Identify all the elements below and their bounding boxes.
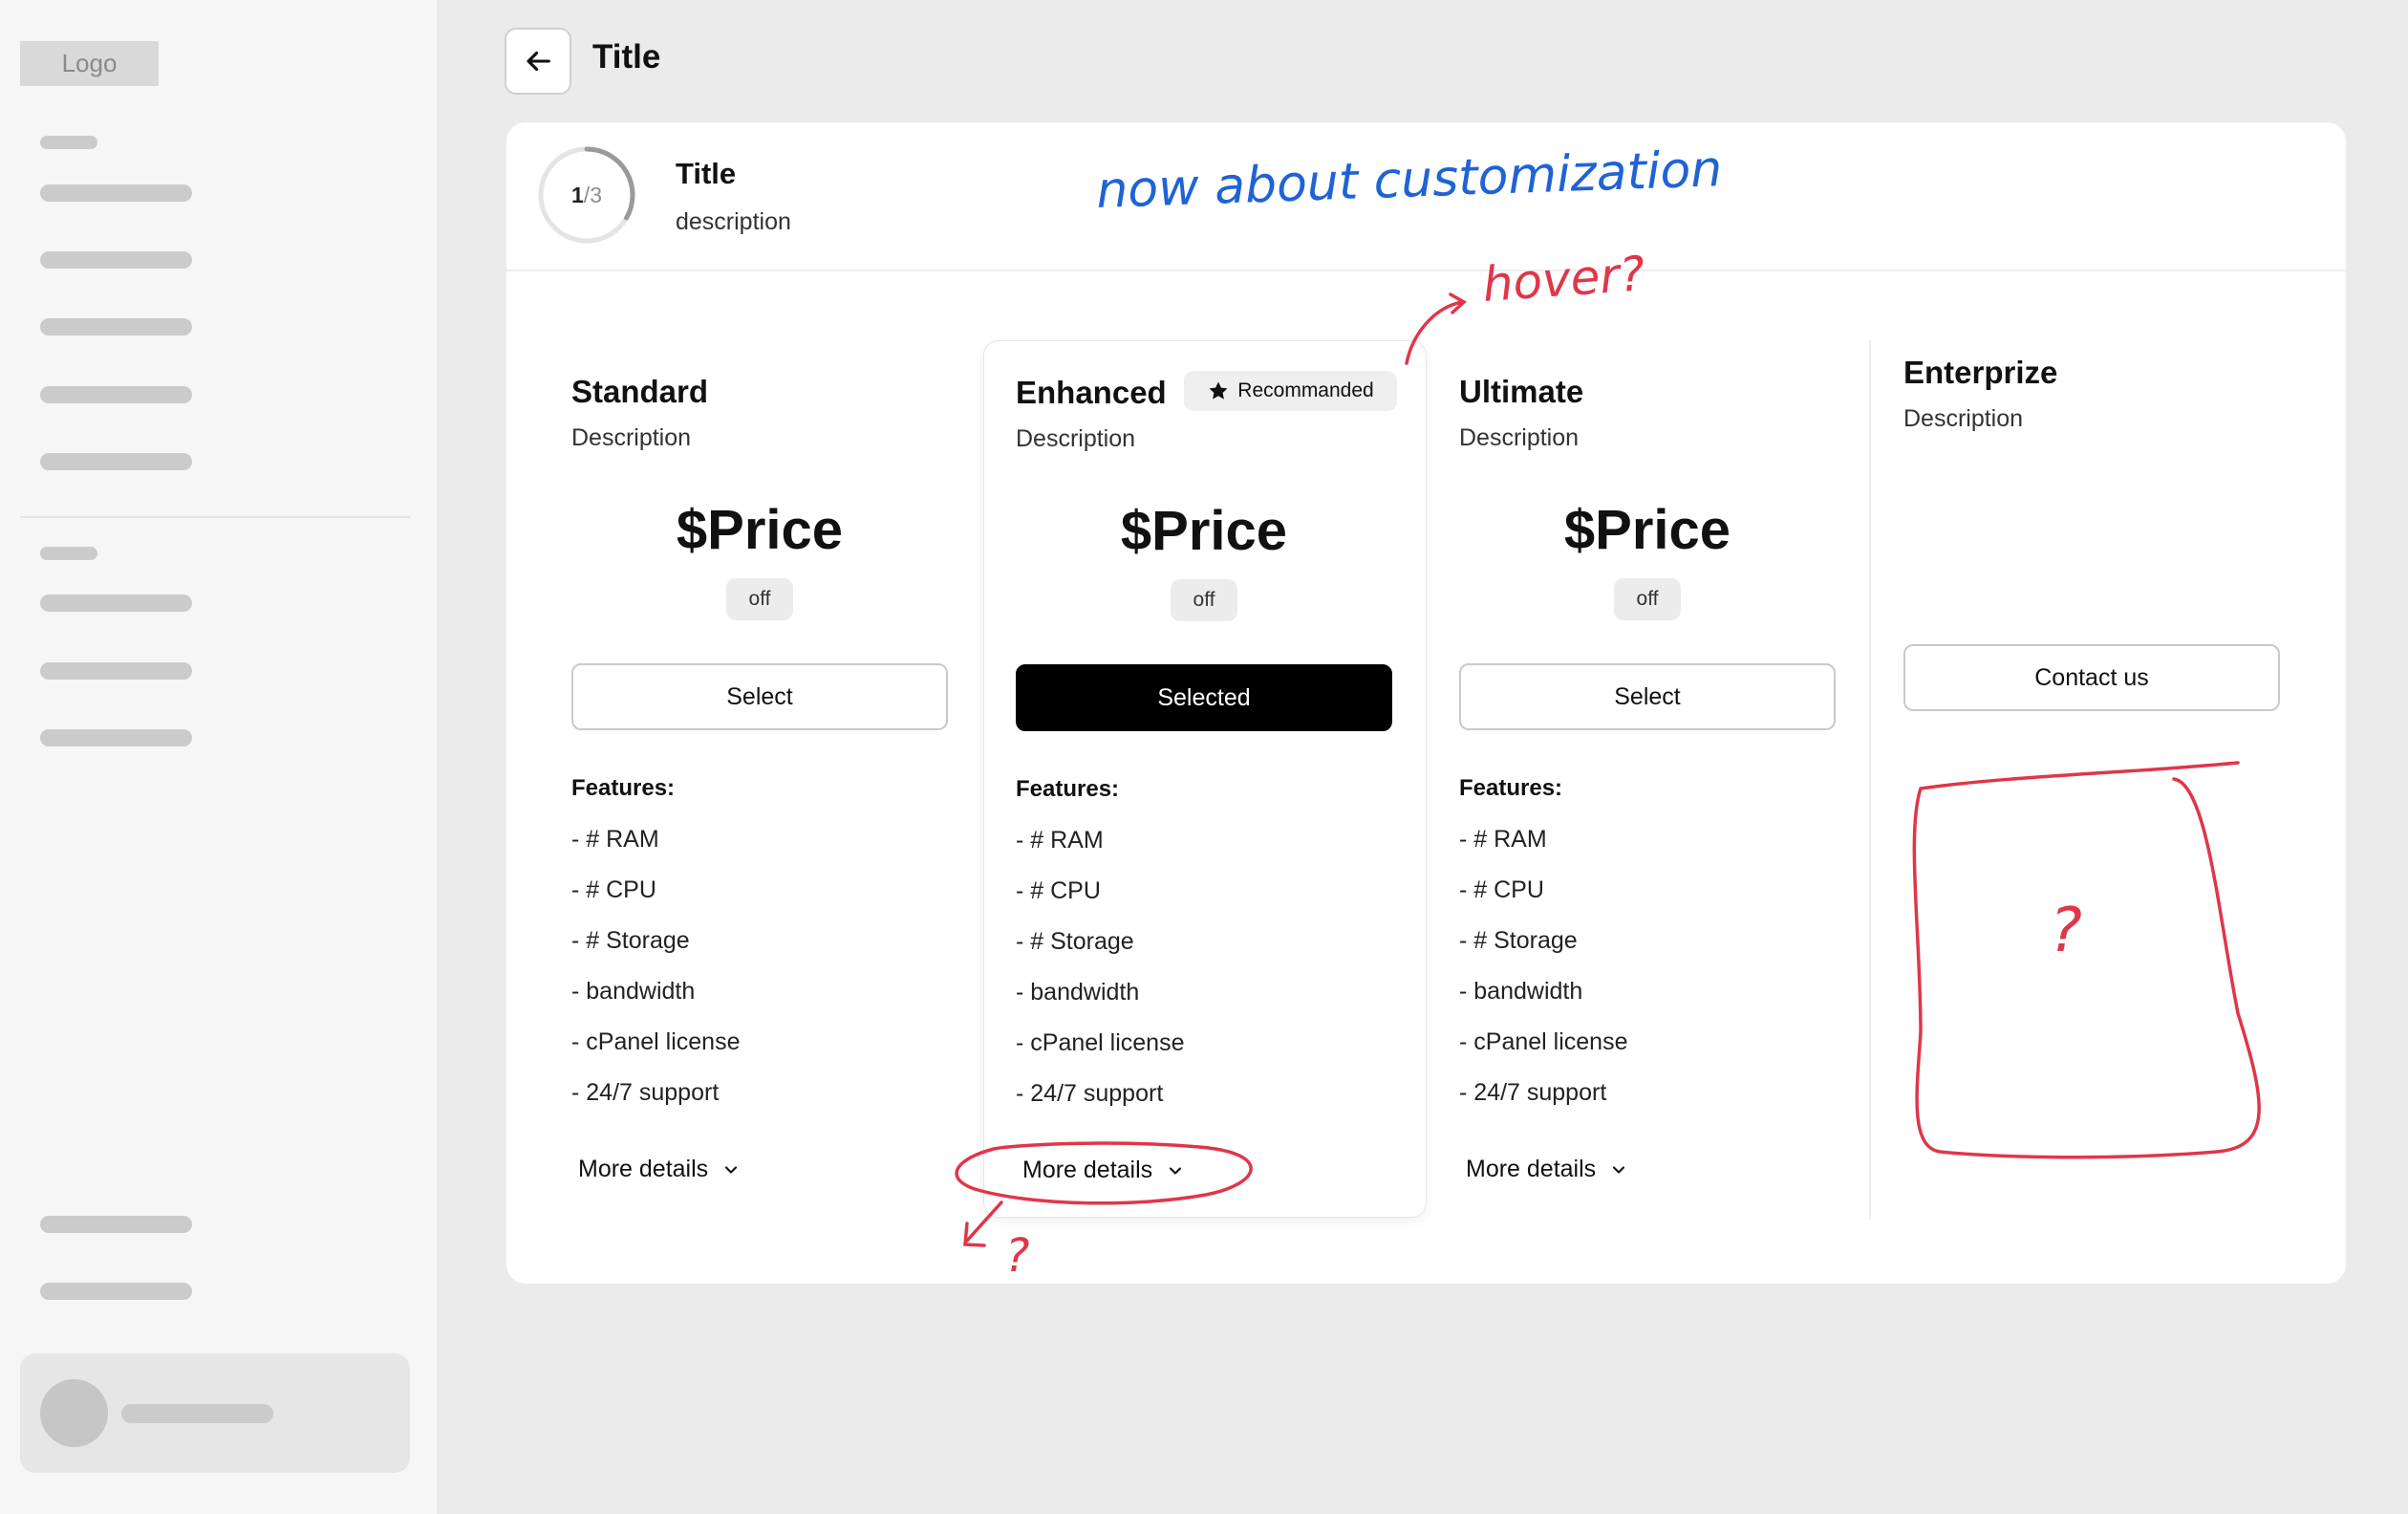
- annotation-more-details: ?: [955, 1141, 1253, 1283]
- annotation-customization-text: now about customization: [1095, 141, 1723, 220]
- annotation-hover: hover?: [1405, 246, 1646, 365]
- annotation-hover-text: hover?: [1481, 246, 1646, 313]
- annotation-more-details-question: ?: [1005, 1229, 1029, 1283]
- annotation-enterprize-question: ?: [2050, 896, 2082, 966]
- annotation-enterprize-rect: [1912, 761, 2261, 1159]
- annotation-customization: now about customization: [1095, 141, 1723, 220]
- annotation-more-details-ellipse: [955, 1141, 1253, 1205]
- annotation-more-details-arrow: [963, 1200, 1003, 1247]
- annotation-enterprize-box: ?: [1912, 761, 2261, 1159]
- annotation-layer: now about customization hover? ? ?: [955, 141, 2261, 1283]
